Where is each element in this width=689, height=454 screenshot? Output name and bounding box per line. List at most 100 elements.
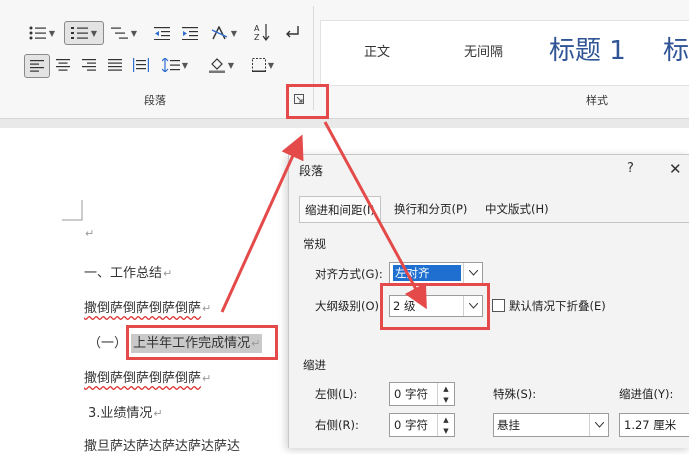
spin-up-icon[interactable]: ▲ <box>438 414 454 425</box>
style-normal[interactable]: 正文 <box>364 41 390 60</box>
paragraph-mark: ↵ <box>85 227 95 240</box>
help-button[interactable]: ? <box>627 161 634 176</box>
spin-up-icon[interactable]: ▲ <box>438 383 454 394</box>
style-heading-2[interactable]: 标 <box>663 30 689 67</box>
alignment-label: 对齐方式(G): <box>315 267 383 281</box>
alignment-select[interactable]: 左对齐 <box>389 262 483 284</box>
styles-gallery: 正文 无间隔 标题 1 标 <box>320 20 689 86</box>
doc-text: （一） <box>88 336 128 351</box>
indent-value-label: 缩进值(Y): <box>619 387 674 401</box>
shading-button[interactable]: ▼ <box>203 53 239 77</box>
borders-button[interactable]: ▼ <box>245 54 281 76</box>
launcher-highlight-box <box>286 84 329 119</box>
show-marks-button[interactable] <box>280 20 304 44</box>
decrease-indent-icon <box>154 27 170 40</box>
tab-asian-typography[interactable]: 中文版式(H) <box>480 197 554 221</box>
doc-line[interactable]: 一、工作总结↵ <box>84 262 172 281</box>
indent-value: 1.27 厘米 <box>624 418 677 432</box>
left-indent-value: 0 字符 <box>394 387 428 401</box>
sort-icon: AZ <box>254 24 270 41</box>
align-center-icon <box>56 59 70 71</box>
justify-icon <box>108 59 122 71</box>
right-indent-spinner[interactable]: 0 字符 ▲ ▼ <box>389 413 455 437</box>
svg-text:Z: Z <box>254 33 260 41</box>
decrease-indent-button[interactable] <box>150 22 174 44</box>
doc-text: 一、工作总结 <box>84 266 163 281</box>
multilevel-list-button[interactable]: ▼ <box>106 22 142 44</box>
sort-button[interactable]: AZ <box>250 20 274 44</box>
style-no-spacing[interactable]: 无间隔 <box>464 41 503 60</box>
doc-line[interactable]: 撒旦萨达萨达萨达萨达萨达 <box>84 435 240 454</box>
paragraph-mark: ↵ <box>202 372 212 385</box>
collapse-label: 默认情况下折叠(E) <box>509 299 606 313</box>
chevron-down-icon <box>463 263 482 283</box>
svg-text:A: A <box>254 24 260 33</box>
left-indent-label: 左侧(L): <box>315 387 358 401</box>
multilevel-list-icon <box>110 27 128 39</box>
margin-corner-mark <box>62 200 83 221</box>
special-indent-value: 悬挂 <box>497 418 520 432</box>
style-heading-1[interactable]: 标题 1 <box>549 30 626 67</box>
bullet-list-icon <box>29 26 46 40</box>
align-left-button[interactable] <box>24 54 50 78</box>
alignment-value: 左对齐 <box>393 265 461 281</box>
align-right-icon <box>82 59 96 71</box>
paragraph-mark-icon <box>286 26 299 38</box>
tab-line-page-breaks[interactable]: 换行和分页(P) <box>389 197 472 221</box>
distributed-icon <box>133 58 149 72</box>
tab-divider <box>299 222 689 223</box>
chevron-down-icon: ▼ <box>227 60 235 70</box>
collapse-checkbox[interactable] <box>492 299 505 312</box>
outline-level-label: 大纲级别(O): <box>315 299 383 313</box>
paragraph-mark: ↵ <box>163 267 173 280</box>
tab-indents-spacing[interactable]: 缩进和间距(I) <box>299 196 381 223</box>
chevron-down-icon: ▼ <box>267 60 275 70</box>
asian-layout-icon <box>211 26 228 40</box>
dialog-title: 段落 <box>299 164 324 178</box>
numbered-list-icon <box>70 27 88 39</box>
bullets-button[interactable]: ▼ <box>24 22 60 44</box>
paragraph-group-label: 段落 <box>144 94 166 107</box>
doc-line[interactable]: 3.业绩情况↵ <box>88 402 163 421</box>
ribbon: ▼ ▼ ▼ ▼ AZ ▼ ▼ ▼ 段落 正文 无间隔 标题 1 标 样式 <box>0 0 689 119</box>
left-indent-spinner[interactable]: 0 字符 ▲ ▼ <box>389 382 455 406</box>
increase-indent-icon <box>182 27 198 40</box>
chevron-down-icon: ▼ <box>90 28 98 38</box>
special-indent-select[interactable]: 悬挂 <box>493 413 609 437</box>
paragraph-mark: ↵ <box>153 407 163 420</box>
paint-bucket-icon <box>208 58 225 73</box>
chevron-down-icon <box>589 414 608 436</box>
spin-down-icon[interactable]: ▼ <box>438 425 454 436</box>
heading-highlight-box <box>126 325 278 360</box>
increase-indent-button[interactable] <box>178 22 202 44</box>
outline-level-highlight-box <box>380 283 490 330</box>
justify-button[interactable] <box>103 54 127 76</box>
paragraph-mark: ↵ <box>202 302 212 315</box>
chevron-down-icon: ▼ <box>230 28 238 38</box>
chevron-down-icon: ▼ <box>130 28 138 38</box>
chevron-down-icon: ▼ <box>181 60 189 70</box>
distributed-button[interactable] <box>129 54 153 76</box>
indent-section-title: 缩进 <box>303 358 326 372</box>
align-center-button[interactable] <box>51 54 75 76</box>
asian-layout-button[interactable]: ▼ <box>206 22 242 44</box>
align-right-button[interactable] <box>77 54 101 76</box>
doc-line[interactable]: 撒倒萨倒萨倒萨倒萨↵ <box>84 367 211 386</box>
borders-icon <box>251 58 266 72</box>
close-button[interactable]: ✕ <box>669 160 682 178</box>
align-left-icon <box>30 60 44 72</box>
doc-text: 撒倒萨倒萨倒萨倒萨 <box>84 371 202 386</box>
spin-buttons[interactable]: ▲ ▼ <box>437 414 454 436</box>
indent-value-spinner[interactable]: 1.27 厘米 <box>619 413 689 437</box>
special-indent-label: 特殊(S): <box>493 387 537 401</box>
line-spacing-button[interactable]: ▼ <box>157 54 193 76</box>
doc-text: 3.业绩情况 <box>88 406 153 421</box>
general-section-title: 常规 <box>303 237 326 251</box>
doc-text: 撒倒萨倒萨倒萨倒萨 <box>84 301 202 316</box>
numbering-button[interactable]: ▼ <box>64 21 104 45</box>
spin-buttons[interactable]: ▲ ▼ <box>437 383 454 405</box>
doc-line[interactable]: 撒倒萨倒萨倒萨倒萨↵ <box>84 297 211 316</box>
right-indent-label: 右侧(R): <box>315 418 359 432</box>
line-spacing-icon <box>161 58 180 72</box>
spin-down-icon[interactable]: ▼ <box>438 394 454 405</box>
